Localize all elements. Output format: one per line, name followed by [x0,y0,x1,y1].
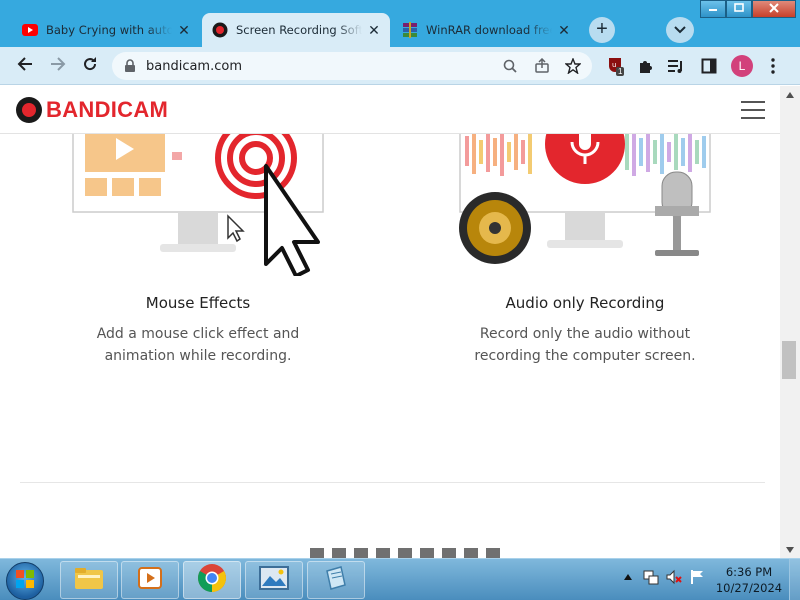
search-icon[interactable] [502,58,518,74]
profile-avatar[interactable]: L [731,55,753,77]
feature-desc-line: Record only the audio without [479,326,691,342]
picture-icon [259,565,289,595]
feature-title-audio-recording: Audio only Recording [505,294,665,312]
section-divider [20,482,765,483]
tab-bandicam[interactable]: Screen Recording Software ✕ [202,13,390,47]
page-scrollbar[interactable] [780,86,800,558]
tab-strip: Baby Crying with auto Tune ✕ Screen Reco… [0,0,800,47]
tab-title: WinRAR download free [426,23,552,37]
taskbar-clock[interactable]: 6:36 PM 10/27/2024 [712,564,786,596]
start-button[interactable] [6,562,44,600]
network-icon[interactable] [641,567,661,587]
media-queue-icon[interactable] [666,56,686,76]
show-desktop-button[interactable] [789,559,800,600]
reload-button[interactable] [78,54,102,78]
mouse-effects-illustration [72,126,324,276]
show-hidden-icons-icon[interactable] [618,567,638,587]
taskbar-chrome[interactable] [183,561,241,599]
action-center-flag-icon[interactable] [687,567,707,587]
side-panel-icon[interactable] [699,56,719,76]
forward-button[interactable] [46,54,70,78]
bandicam-logo[interactable]: BANDICAM [16,97,168,123]
close-tab-icon[interactable]: ✕ [366,22,382,38]
feature-desc-line: animation while recording. [104,348,292,364]
tab-winrar[interactable]: WinRAR download free ✕ [392,13,580,47]
bandicam-icon [212,22,228,38]
youtube-icon [22,22,38,38]
tab-youtube[interactable]: Baby Crying with auto Tune ✕ [12,13,200,47]
reload-icon [82,56,98,77]
cutoff-heading [310,548,500,558]
feature-desc-mouse-effects: Add a mouse click effect and animation w… [48,323,348,367]
tab-title: Baby Crying with auto Tune [46,23,172,37]
feature-desc-line: recording the computer screen. [474,348,696,364]
logo-text: BANDICAM [46,97,169,122]
web-page: BANDICAM Mouse Effects Add a mouse click… [0,86,780,558]
tab-search-button[interactable] [666,17,694,43]
folder-icon [74,566,104,595]
tab-title: Screen Recording Software [236,23,362,37]
close-tab-icon[interactable]: ✕ [176,22,192,38]
scrollbar-thumb[interactable] [782,341,796,379]
share-icon[interactable] [534,58,550,74]
scroll-up-icon[interactable] [780,86,800,103]
winrar-icon [402,22,418,38]
windows-taskbar: 6:36 PM 10/27/2024 [0,558,800,600]
scroll-down-icon[interactable] [780,541,800,558]
url-text: bandicam.com [146,58,242,74]
minimize-icon [708,3,718,16]
chrome-icon [197,563,227,598]
audio-recording-illustration [459,126,711,264]
new-tab-button[interactable]: + [589,17,615,43]
taskbar-media-player[interactable] [121,561,179,599]
maximize-button[interactable] [726,0,752,18]
maximize-icon [734,2,744,16]
taskbar-notepad[interactable] [307,561,365,599]
feature-desc-audio-recording: Record only the audio without recording … [435,323,735,367]
chevron-down-icon [674,21,686,39]
arrow-left-icon [17,56,33,77]
browser-toolbar: bandicam.com u 1 L [0,47,800,85]
clock-date: 10/27/2024 [715,581,783,595]
media-player-icon [137,565,163,596]
close-icon [769,2,779,16]
site-header: BANDICAM [0,86,780,134]
feature-desc-line: Add a mouse click effect and [96,326,300,342]
clock-time: 6:36 PM [725,565,773,579]
windows-logo-icon [15,569,35,594]
minimize-button[interactable] [700,0,726,18]
hamburger-menu-icon[interactable] [741,101,765,119]
close-window-button[interactable] [752,0,796,18]
star-icon[interactable] [565,58,581,74]
back-button[interactable] [13,54,37,78]
taskbar-explorer[interactable] [60,561,118,599]
extension-badge: 1 [616,67,625,76]
system-tray [618,567,710,587]
close-tab-icon[interactable]: ✕ [556,22,572,38]
taskbar-image-viewer[interactable] [245,561,303,599]
window-controls [700,0,796,18]
extensions-puzzle-icon[interactable] [636,56,656,76]
address-bar[interactable]: bandicam.com [112,52,592,80]
lock-icon [124,59,136,73]
menu-kebab-icon[interactable] [763,56,783,76]
volume-muted-icon[interactable] [664,567,684,587]
feature-title-mouse-effects: Mouse Effects [145,294,251,312]
ublock-icon[interactable]: u 1 [606,56,626,76]
arrow-right-icon [50,56,66,77]
logo-mark-icon [16,97,42,123]
notepad-icon [323,565,349,596]
